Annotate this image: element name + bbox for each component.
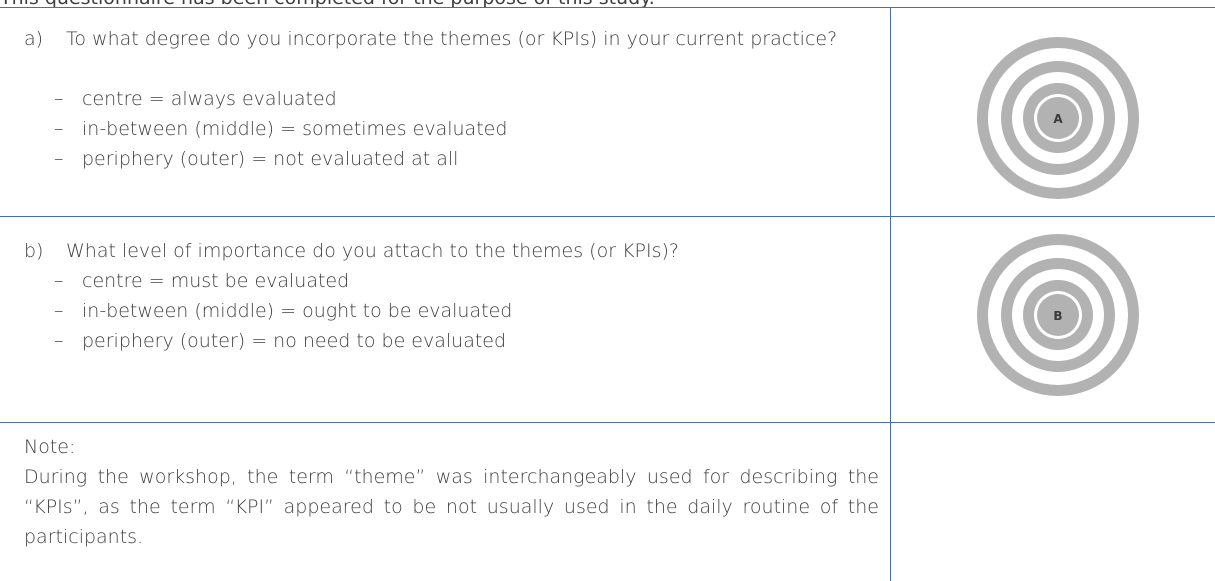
- list-item: – centre = must be evaluated: [54, 270, 350, 292]
- list-item: – in-between (middle) = ought to be evalu…: [54, 300, 513, 322]
- question-row-a: a) To what degree do you incorporate the…: [0, 7, 890, 216]
- bullet-text: in-between (middle) = ought to be evalua…: [82, 300, 513, 322]
- question-text: To what degree do you incorporate the th…: [66, 28, 838, 50]
- target-diagram-a: A: [977, 37, 1139, 199]
- question-label: a): [24, 28, 44, 50]
- table-rule-2: [0, 422, 1215, 423]
- list-item: – periphery (outer) = not evaluated at al…: [54, 148, 459, 170]
- bullet-text: centre = must be evaluated: [82, 270, 350, 292]
- bullet-list: – centre = always evaluated – in-between (…: [54, 84, 507, 174]
- bullet-list: – centre = must be evaluated – in-between …: [54, 266, 512, 356]
- table-column-divider: [890, 7, 891, 581]
- bullet-text: periphery (outer) = no need to be evalua…: [82, 330, 507, 352]
- bullet-text: centre = always evaluated: [82, 88, 337, 110]
- question-row-b: b) What level of importance do you attac…: [0, 216, 890, 422]
- target-letter: A: [1053, 112, 1063, 126]
- bullet-text: in-between (middle) = sometimes evaluate…: [82, 118, 508, 140]
- questionnaire-table: a) To what degree do you incorporate the…: [0, 7, 1215, 581]
- questionnaire-page: This questionnaire has been completed fo…: [0, 0, 1215, 581]
- list-item: – periphery (outer) = no need to be evalu…: [54, 330, 507, 352]
- question-label: b): [24, 240, 44, 262]
- target-letter: B: [1053, 309, 1062, 323]
- list-item: – centre = always evaluated: [54, 88, 337, 110]
- note-block: Note: During the workshop, the term “the…: [24, 432, 879, 552]
- note-title: Note:: [24, 436, 76, 458]
- list-item: – in-between (middle) = sometimes evaluat…: [54, 118, 508, 140]
- question-text: What level of importance do you attach t…: [66, 240, 679, 262]
- bullet-text: periphery (outer) = not evaluated at all: [82, 148, 459, 170]
- note-text: During the workshop, the term “theme” wa…: [24, 466, 879, 548]
- target-diagram-b: B: [977, 234, 1139, 396]
